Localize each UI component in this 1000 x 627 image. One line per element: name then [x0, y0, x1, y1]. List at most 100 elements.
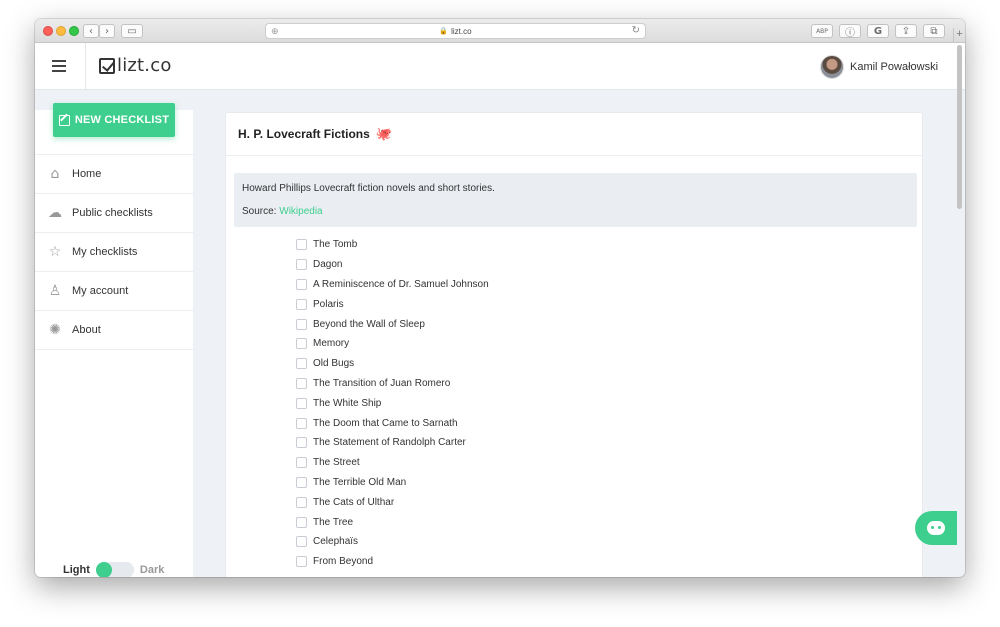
info-icon: ⓘ [845, 27, 855, 39]
tabs-overview-button[interactable]: ⧉ [923, 24, 945, 38]
logo[interactable]: lizt.co [99, 55, 172, 76]
address-text: lizt.co [451, 26, 472, 36]
checklist-item-label: The Terrible Old Man [313, 476, 407, 488]
grammarly-extension-button[interactable]: G [867, 24, 889, 38]
home-icon: ⌂ [50, 166, 60, 182]
info-extension-button[interactable]: ⓘ [839, 24, 861, 39]
checklist-item-label: Dagon [313, 259, 343, 271]
checklist-item-label: Old Bugs [313, 358, 355, 370]
checkbox[interactable] [296, 318, 307, 330]
lock-icon: 🔒 [439, 28, 449, 35]
checklist-item-label: The Cats of Ulthar [313, 496, 395, 508]
checklist-item-label: The Street [313, 457, 360, 469]
checklist-items: The Tomb Dagon A Reminiscence of Dr. Samue… [296, 235, 896, 577]
checklist-item[interactable]: From Beyond [296, 552, 896, 572]
checklist-item[interactable]: Old Bugs [296, 354, 896, 374]
checklist-title: H. P. Lovecraft Fictions [238, 127, 370, 141]
checklist-item[interactable]: The Tomb [296, 235, 896, 255]
sidebar-item-my-account[interactable]: ♙ My account [35, 272, 193, 311]
checkbox[interactable] [296, 437, 307, 449]
menu-icon[interactable] [52, 60, 66, 72]
checkbox[interactable] [296, 397, 307, 409]
checklist-item[interactable]: Beyond the Wall of Sleep [296, 314, 896, 334]
checkbox[interactable] [296, 457, 307, 469]
adblock-extension-button[interactable]: ABP [811, 24, 833, 38]
checklist-item[interactable]: Polaris [296, 294, 896, 314]
address-bar[interactable]: ⊕ 🔒 lizt.co ↻ [265, 23, 646, 39]
checkbox[interactable] [296, 496, 307, 508]
checklist-item[interactable]: A Reminiscence of Dr. Samuel Johnson [296, 275, 896, 295]
cloud-icon: ☁ [48, 205, 62, 221]
lightbulb-icon: ✺ [49, 322, 61, 338]
checklist-description: Howard Phillips Lovecraft fiction novels… [234, 173, 917, 227]
checkbox[interactable] [296, 278, 307, 290]
checklist-item-label: Beyond the Wall of Sleep [313, 318, 425, 330]
sidebar-item-label: Public checklists [72, 207, 153, 219]
octopus-icon: 🐙 [375, 126, 392, 142]
source-label: Source: [242, 206, 277, 217]
sidebar-item-public-checklists[interactable]: ☁ Public checklists [35, 194, 193, 233]
window-close-button[interactable] [43, 26, 53, 36]
sidebar-item-label: My checklists [72, 246, 138, 258]
header-divider [85, 43, 86, 90]
back-icon: ‹ [89, 25, 93, 37]
sidebar-item-home[interactable]: ⌂ Home [35, 155, 193, 194]
checklist-item[interactable]: Celephaïs [296, 532, 896, 552]
checklist-item[interactable]: The Cats of Ulthar [296, 492, 896, 512]
checkbox[interactable] [296, 338, 307, 350]
sidebar-item-label: About [72, 324, 101, 336]
plus-icon: + [956, 28, 963, 40]
forward-button[interactable]: › [99, 24, 115, 38]
checklist-item[interactable]: The Transition of Juan Romero [296, 374, 896, 394]
checkbox[interactable] [296, 239, 307, 251]
checklist-item[interactable]: Dagon [296, 255, 896, 275]
theme-toggle: Light Dark [63, 562, 164, 577]
checkbox[interactable] [296, 417, 307, 429]
checkbox[interactable] [296, 476, 307, 488]
checkbox[interactable] [296, 298, 307, 310]
checklist-item-label: The Tomb [313, 239, 358, 251]
back-button[interactable]: ‹ [83, 24, 99, 38]
checkbox[interactable] [296, 377, 307, 389]
checklist-item[interactable]: Memory [296, 334, 896, 354]
sidebar-icon: ▭ [127, 25, 137, 37]
adblock-icon: ABP [816, 27, 828, 35]
checklist-item-label: Memory [313, 338, 350, 350]
checkbox[interactable] [296, 556, 307, 568]
new-checklist-label: NEW CHECKLIST [74, 114, 170, 126]
checkbox[interactable] [296, 358, 307, 370]
sidebar-toggle-button[interactable]: ▭ [121, 24, 143, 38]
chat-button[interactable] [915, 511, 957, 545]
user-name[interactable]: Kamil Powałowski [850, 61, 938, 73]
checkbox[interactable] [296, 536, 307, 548]
checklist-item[interactable]: The Tree [296, 512, 896, 532]
source-link[interactable]: Wikipedia [279, 206, 322, 217]
reload-icon[interactable]: ↻ [632, 25, 640, 36]
avatar[interactable] [820, 55, 844, 79]
description-text: Howard Phillips Lovecraft fiction novels… [242, 183, 495, 194]
scrollbar[interactable] [957, 45, 962, 209]
share-button[interactable]: ⇪ [895, 24, 917, 38]
theme-light-label: Light [63, 564, 90, 576]
window-maximize-button[interactable] [69, 26, 79, 36]
window-minimize-button[interactable] [56, 26, 66, 36]
checkbox[interactable] [296, 516, 307, 528]
checklist-item[interactable]: The White Ship [296, 393, 896, 413]
checklist-item[interactable]: The Terrible Old Man [296, 473, 896, 493]
checkbox[interactable] [296, 259, 307, 271]
new-tab-button[interactable]: + [953, 28, 965, 42]
theme-switch-knob[interactable] [95, 562, 112, 577]
checklist-item[interactable]: The Statement of Randolph Carter [296, 433, 896, 453]
checklist-item[interactable]: The Street [296, 453, 896, 473]
checklist-item[interactable]: The Doom that Came to Sarnath [296, 413, 896, 433]
theme-dark-label: Dark [139, 564, 165, 576]
checklist-item-label: From Beyond [313, 556, 374, 568]
chat-icon [927, 521, 945, 535]
theme-switch[interactable] [95, 562, 134, 577]
checklist-card: H. P. Lovecraft Fictions 🐙 Howard Philli… [225, 112, 923, 577]
logo-check-icon [99, 57, 115, 74]
new-checklist-button[interactable]: NEW CHECKLIST [53, 103, 175, 137]
sidebar-item-about[interactable]: ✺ About [35, 311, 193, 350]
sidebar-item-my-checklists[interactable]: ☆ My checklists [35, 233, 193, 272]
checklist-item[interactable]: The Temple [296, 572, 896, 577]
